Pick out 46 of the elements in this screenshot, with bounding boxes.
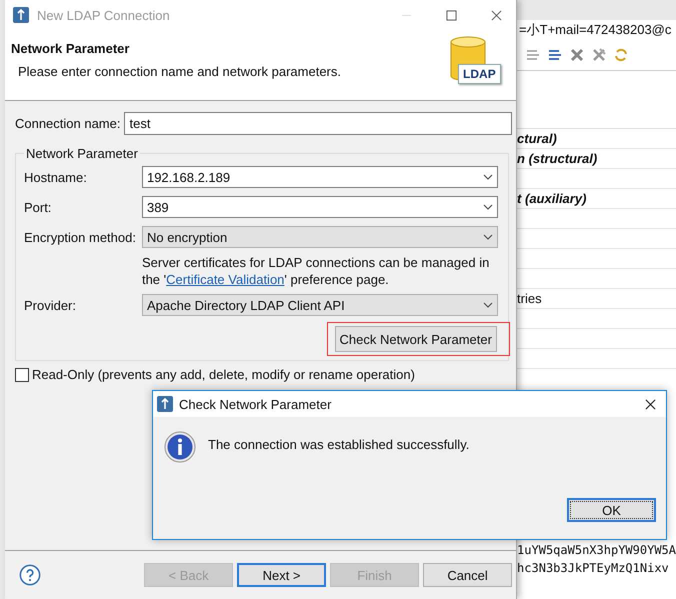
close-icon[interactable]	[645, 398, 656, 410]
table-cell: tries	[517, 291, 542, 306]
note-text: Server certificates for LDAP connections can be managed in the 'Certificate Validation' preference page.	[142, 254, 490, 289]
delete-all-icon[interactable]	[591, 47, 608, 63]
combo-box[interactable]: Apache Directory LDAP Client API	[142, 294, 498, 316]
chevron-down-icon	[482, 234, 493, 240]
value-text: 1uYW5qaW5nX3hpYW90YW5A	[517, 542, 676, 559]
value-text: hc3N3b3JkPTEyMzQ1Nixv	[517, 560, 670, 577]
wizard-button[interactable]: Cancel	[423, 563, 512, 587]
chevron-down-icon	[482, 204, 493, 210]
combo-box[interactable]: 192.168.2.189	[142, 166, 498, 188]
read-only-checkbox[interactable]	[14, 368, 29, 382]
wizard-button[interactable]: Next >	[237, 563, 326, 587]
maximize-icon[interactable]	[446, 10, 458, 20]
info-icon	[164, 431, 196, 463]
window-title: New LDAP Connection	[36, 8, 170, 22]
group-title: Network Parameter	[24, 146, 140, 161]
field-label: Connection name:	[14, 116, 120, 130]
certificate-validation-link[interactable]: Certificate Validation	[166, 272, 284, 287]
connection-name-field[interactable]: test	[124, 112, 512, 134]
combo-box[interactable]: No encryption	[142, 226, 498, 248]
list-icon[interactable]	[547, 47, 564, 63]
logo-label: LDAP	[458, 64, 501, 84]
chevron-down-icon	[482, 302, 493, 308]
message-text: The connection was established successfully.	[208, 437, 470, 452]
table-cell: n (structural)	[517, 151, 598, 166]
window-title: Check Network Parameter	[179, 396, 332, 412]
ok-button[interactable]: OK	[567, 498, 656, 522]
page-title: Network Parameter	[10, 41, 130, 56]
table-cell: t (auxiliary)	[517, 191, 586, 206]
checkbox-label: Read-Only (prevents any add, delete, modify or rename operation)	[32, 367, 415, 382]
field-label: Provider:	[24, 298, 77, 312]
field-label: Encryption method:	[24, 230, 137, 244]
chevron-down-icon	[482, 174, 493, 180]
table-cell: ctural)	[517, 131, 557, 146]
dn-text: =小T+mail=472438203@c	[518, 21, 672, 39]
field-label: Hostname:	[24, 170, 88, 184]
combo-box[interactable]: 389	[142, 196, 498, 218]
close-icon[interactable]	[491, 10, 502, 20]
page-description: Please enter connection name and network parameters.	[18, 64, 342, 79]
app-icon	[12, 7, 29, 23]
check-network-parameter-button[interactable]: Check Network Parameter	[334, 326, 497, 352]
delete-icon[interactable]	[569, 47, 586, 63]
app-icon	[157, 396, 173, 412]
field-label: Port:	[24, 200, 52, 214]
help-icon[interactable]	[18, 564, 41, 586]
